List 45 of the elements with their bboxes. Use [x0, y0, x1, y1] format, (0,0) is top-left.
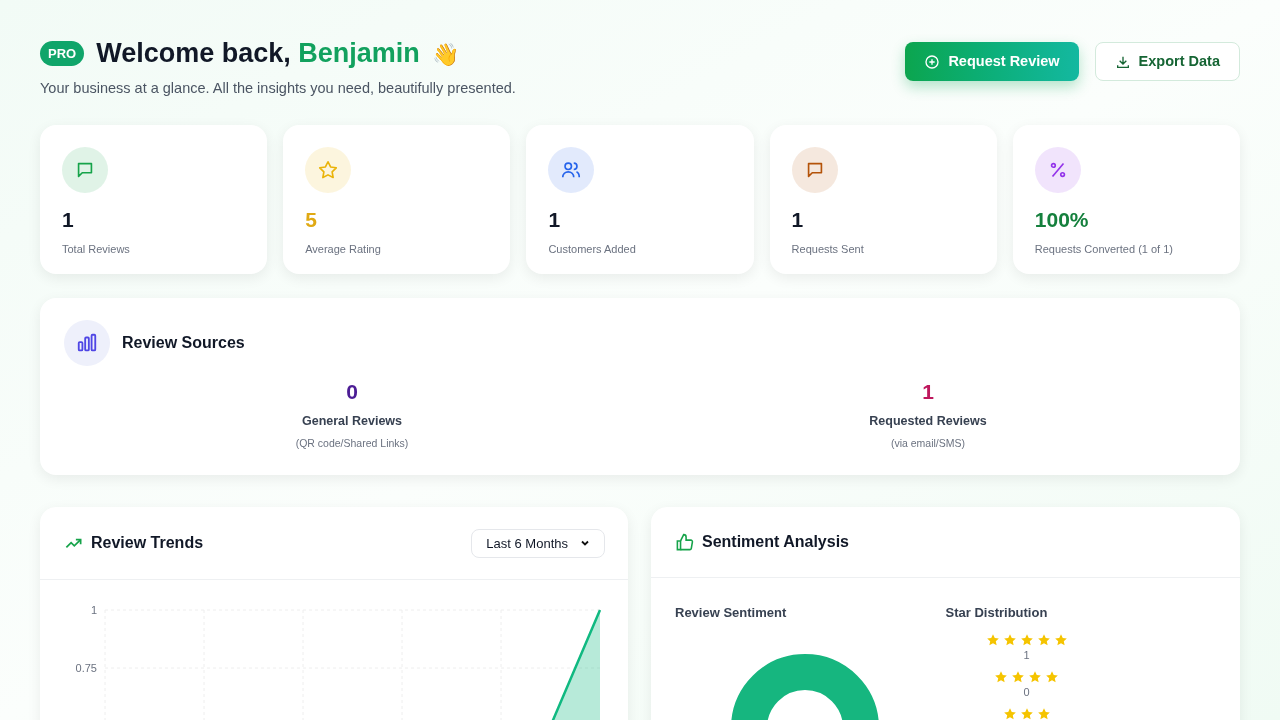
star-icon — [1045, 669, 1059, 684]
star-icon — [1053, 632, 1068, 647]
source-note: (via email/SMS) — [890, 436, 966, 451]
source-count: 1 — [922, 379, 934, 406]
stat-value: 1 — [791, 207, 805, 234]
source-label: General Reviews — [301, 413, 403, 431]
section-heading: Star Distribution — [945, 604, 1049, 623]
star-icon — [1019, 706, 1034, 720]
stat-value: 1 — [62, 207, 75, 234]
axis-tick-label: 0.75 — [75, 662, 97, 675]
card-title: Review Sources — [122, 333, 245, 354]
axis-tick-label: 1 — [90, 604, 97, 617]
star-icon — [1002, 632, 1017, 647]
star-icon — [1019, 632, 1034, 647]
source-note: (QR code/Shared Links) — [295, 436, 409, 451]
stat-label: Requests Converted (1 of 1) — [1034, 242, 1174, 258]
star-count: 0 — [1023, 684, 1030, 699]
star-icon — [1002, 706, 1017, 720]
source-label: Requested Reviews — [869, 413, 987, 431]
export-data-button[interactable]: Export Data — [1094, 42, 1240, 81]
card-title: Sentiment Analysis — [702, 532, 849, 553]
stat-value: 1 — [548, 207, 562, 234]
stat-value: 100% — [1034, 207, 1090, 234]
section-heading: Review Sentiment — [675, 604, 788, 623]
stat-label: Average Rating — [305, 242, 382, 258]
star-icon — [1036, 706, 1051, 720]
plus-circle-icon — [924, 53, 941, 70]
period-select[interactable]: Last 6 Months — [471, 528, 605, 558]
star-icon — [1011, 669, 1025, 684]
thumbs-up-icon — [675, 532, 694, 552]
stat-label: Requests Sent — [791, 242, 865, 258]
stat-value: 5 — [305, 207, 318, 234]
pro-badge: PRO — [40, 40, 85, 66]
stat-label: Customers Added — [548, 242, 637, 258]
bar-chart-icon — [64, 320, 110, 367]
welcome-heading: Welcome back, Benjamin 👋 — [96, 37, 459, 70]
star-icon — [985, 632, 1000, 647]
star-count: 1 — [1023, 647, 1030, 662]
subtitle: Your business at a glance. All the insights you need, beautifully presented. — [40, 78, 516, 98]
stat-label: Total Reviews — [62, 242, 131, 258]
star-icon — [994, 669, 1008, 684]
star-icon — [1036, 632, 1051, 647]
source-count: 0 — [346, 379, 358, 406]
card-title: Review Trends — [91, 533, 204, 554]
star-icon — [1028, 669, 1042, 684]
